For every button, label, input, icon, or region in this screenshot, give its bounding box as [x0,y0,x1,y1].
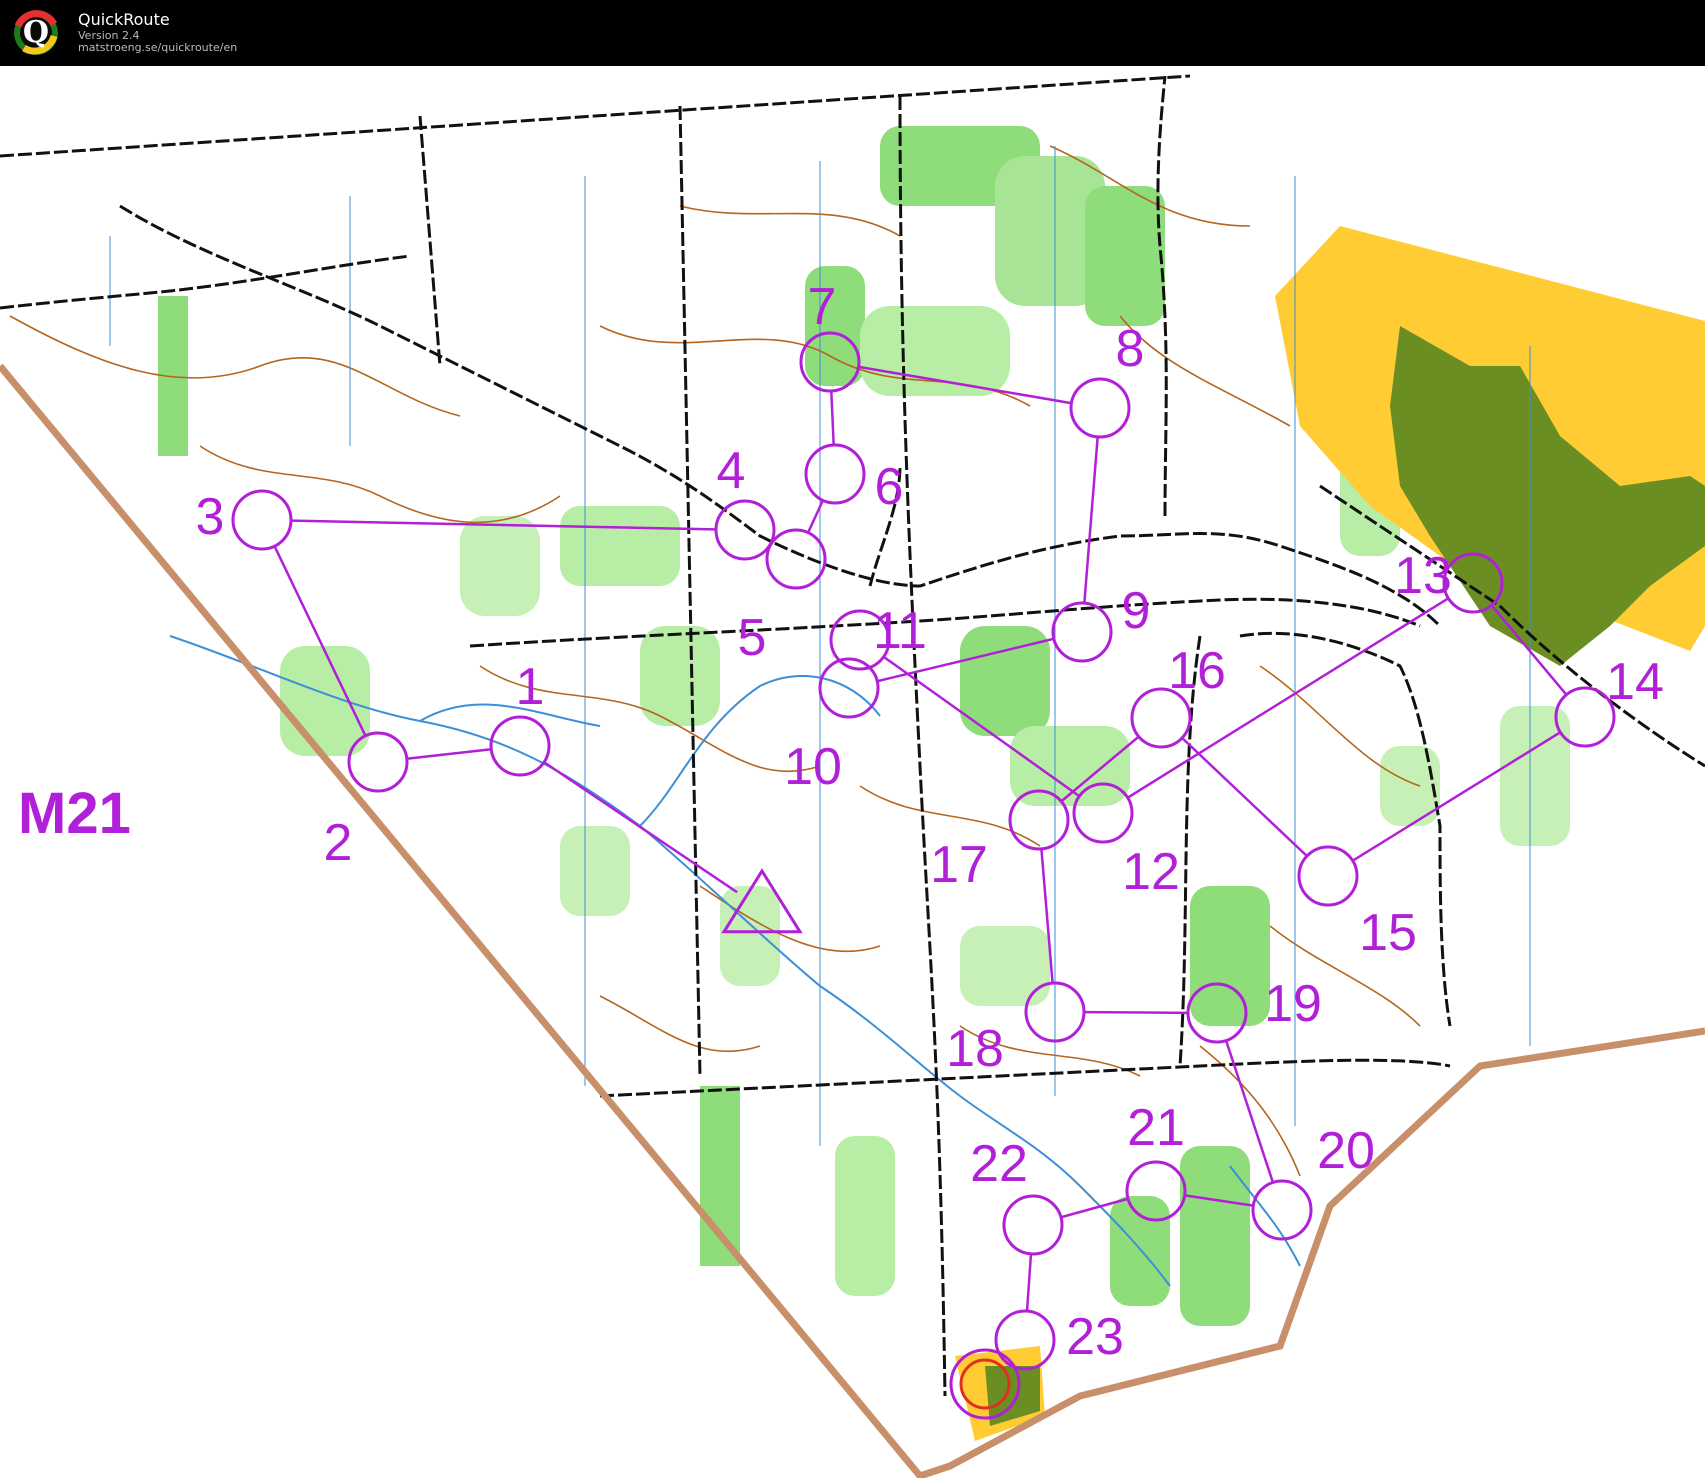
course-class-label: M21 [18,781,131,846]
control-number: 1 [516,658,545,716]
svg-text:Q: Q [23,15,49,50]
control-number: 6 [875,458,904,516]
control-number: 16 [1168,642,1226,700]
control-number: 20 [1317,1122,1375,1180]
control-number: 21 [1127,1099,1185,1157]
control-number: 18 [946,1020,1004,1078]
control-number: 17 [930,836,988,894]
orienteering-map[interactable]: 1 2 3 4 5 6 7 8 9 10 11 12 13 14 15 16 17 18 19 20 21 22 23 M2… [0,66,1705,1478]
app-url: matstroeng.se/quickroute/en [78,41,238,55]
quickroute-logo: Q [14,10,58,55]
control-number: 12 [1122,843,1180,901]
control-number: 11 [873,602,927,660]
app-title: QuickRoute [78,10,170,30]
control-number: 23 [1066,1308,1124,1366]
control-number: 13 [1394,547,1452,605]
control-number: 9 [1122,582,1151,640]
control-number: 7 [808,278,837,336]
control-number: 14 [1606,653,1664,711]
control-number: 5 [738,609,767,667]
course-leg [1084,1010,1188,1015]
control-number: 4 [717,442,746,500]
control-number: 19 [1264,975,1322,1033]
control-number: 22 [970,1135,1028,1193]
title-bar: Q QuickRoute Version 2.4 matstroeng.se/q… [0,0,1705,66]
control-number: 15 [1359,904,1417,962]
control-number: 3 [196,488,225,546]
control-number: 8 [1116,320,1145,378]
control-number: 2 [324,814,353,872]
control-number: 10 [784,738,842,796]
